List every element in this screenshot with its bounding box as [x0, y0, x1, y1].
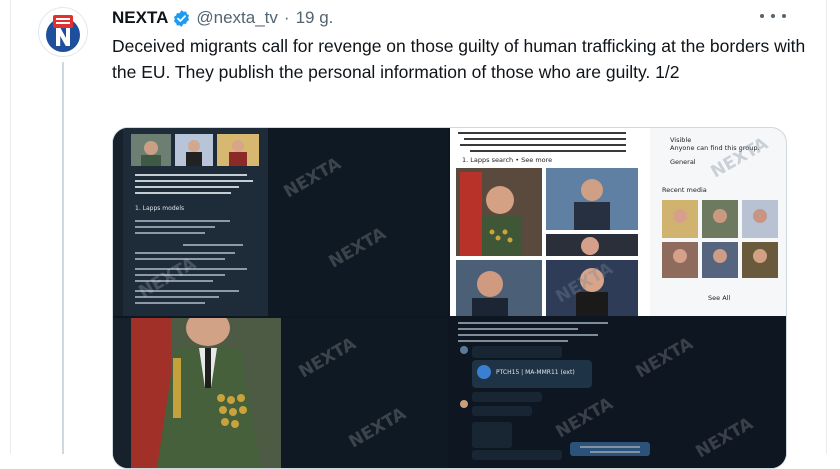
media-image-3[interactable]: NEXTA NEXTA	[113, 318, 448, 468]
tile-1-heading: 1. Lapps models	[135, 205, 184, 212]
tile-4-bubble: PTCH15 | MA-MMR11 (ext)	[496, 369, 575, 376]
recent-media-label: Recent media	[662, 186, 707, 194]
panel-general: General	[670, 158, 696, 166]
see-all-link: See All	[708, 294, 730, 302]
media-grid[interactable]: 1. Lapps models NEXTA NEXTA NEXTA 1. Lap…	[112, 127, 787, 469]
avatar[interactable]	[39, 8, 87, 56]
panel-visible: Visible	[670, 136, 691, 144]
tile-2-search: 1. Lapps search • See more	[462, 156, 552, 164]
nexta-logo	[40, 9, 86, 55]
media-image-4[interactable]: PTCH15 | MA-MMR11 (ext) NEXTA NEXTA NEXT…	[450, 318, 786, 468]
verified-badge-icon	[172, 9, 191, 28]
tweet-header: NEXTA @nexta_tv · 19 g.	[112, 6, 333, 30]
timeline-border-right	[826, 0, 827, 454]
timestamp[interactable]: 19 g.	[296, 8, 334, 28]
thread-connector-line	[62, 62, 64, 454]
tweet-text: Deceived migrants call for revenge on th…	[112, 36, 806, 82]
timeline-border-left	[10, 0, 11, 454]
user-handle[interactable]: @nexta_tv	[196, 8, 278, 28]
display-name[interactable]: NEXTA	[112, 8, 168, 28]
media-image-2[interactable]: 1. Lapps search • See more Visible Anyon…	[450, 128, 786, 316]
more-options-icon[interactable]	[760, 8, 786, 24]
media-image-1[interactable]: 1. Lapps models NEXTA NEXTA NEXTA	[113, 128, 448, 316]
separator-dot: ·	[283, 8, 290, 27]
